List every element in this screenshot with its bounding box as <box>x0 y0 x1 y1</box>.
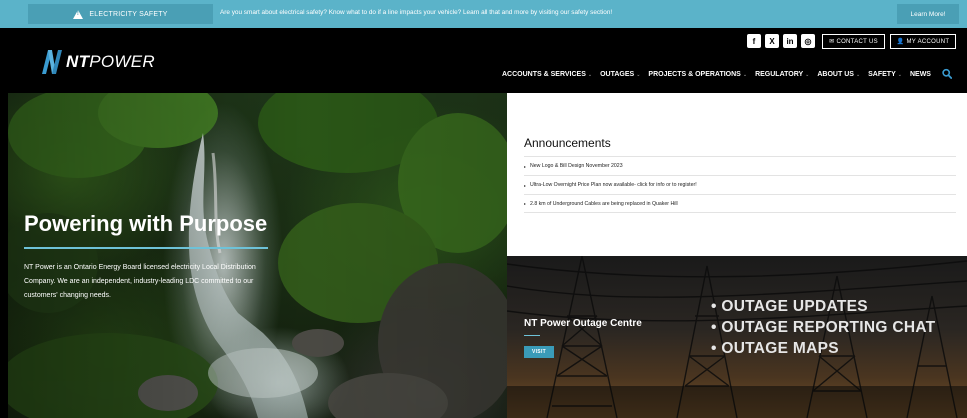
nav-label: ABOUT US <box>817 71 854 78</box>
logo-mark-icon <box>42 50 62 74</box>
contact-us-button[interactable]: ✉ CONTACT US <box>822 34 885 49</box>
x-twitter-icon[interactable]: X <box>765 34 779 48</box>
safety-alert-bar: ELECTRICITY SAFETY Are you smart about e… <box>0 0 967 28</box>
caret-right-icon: ▸ <box>524 182 527 188</box>
chevron-down-icon: ⌄ <box>855 71 861 78</box>
announcement-link[interactable]: New Logo & Bill Design November 2023 <box>530 163 623 169</box>
announcements-title: Announcements <box>524 136 611 150</box>
my-account-button[interactable]: 👤 MY ACCOUNT <box>890 34 956 49</box>
my-account-label: MY ACCOUNT <box>906 38 950 45</box>
nav-label: PROJECTS & OPERATIONS <box>648 71 741 78</box>
list-item[interactable]: ▸ Ultra-Low Overnight Price Plan now ava… <box>524 175 956 194</box>
outage-underline <box>524 335 540 336</box>
list-item: • OUTAGE UPDATES <box>711 298 868 315</box>
nav-item-news[interactable]: NEWS <box>910 71 931 78</box>
list-item: • OUTAGE MAPS <box>711 340 839 357</box>
logo-power: POWER <box>89 52 155 71</box>
hero-banner: Powering with Purpose NT Power is an Ont… <box>8 93 507 418</box>
contact-us-label: CONTACT US <box>836 38 878 45</box>
logo-nt: NT <box>66 52 90 71</box>
nav-item-outages[interactable]: OUTAGES ⌄ <box>600 71 640 78</box>
visit-button[interactable]: VISIT <box>524 346 554 358</box>
hero-overlay <box>8 93 507 418</box>
nav-item-about-us[interactable]: ABOUT US ⌄ <box>817 71 860 78</box>
social-links: f X in ◎ <box>747 34 815 48</box>
nav-item-regulatory[interactable]: REGULATORY ⌄ <box>755 71 809 78</box>
nav-item-safety[interactable]: SAFETY ⌄ <box>868 71 902 78</box>
announcements-panel: Announcements ▸ New Logo & Bill Design N… <box>507 93 967 256</box>
nav-label: NEWS <box>909 71 931 78</box>
search-icon[interactable] <box>942 68 952 80</box>
hero-title: Powering with Purpose <box>24 211 268 236</box>
list-item: • OUTAGE REPORTING CHAT <box>711 319 936 336</box>
alert-label-box[interactable]: ELECTRICITY SAFETY <box>28 4 213 24</box>
mail-icon: ✉ <box>829 39 835 45</box>
list-item[interactable]: ▸ New Logo & Bill Design November 2023 <box>524 156 956 175</box>
outage-centre-title: NT Power Outage Centre <box>524 318 642 329</box>
list-item[interactable]: ▸ 2.8 km of Underground Cables are being… <box>524 194 956 213</box>
nav-label: OUTAGES <box>600 71 635 78</box>
instagram-icon[interactable]: ◎ <box>801 34 815 48</box>
announcements-list: ▸ New Logo & Bill Design November 2023 ▸… <box>524 156 956 213</box>
main-nav: ACCOUNTS & SERVICES ⌄ OUTAGES ⌄ PROJECTS &… <box>502 71 931 78</box>
nav-item-projects-operations[interactable]: PROJECTS & OPERATIONS ⌄ <box>648 71 747 78</box>
user-icon: 👤 <box>896 39 905 45</box>
nav-label: REGULATORY <box>755 71 804 78</box>
hero-description: NT Power is an Ontario Energy Board lice… <box>24 264 256 299</box>
facebook-icon[interactable]: f <box>747 34 761 48</box>
outage-features-list: • OUTAGE UPDATES • OUTAGE REPORTING CHAT… <box>711 296 935 359</box>
caret-right-icon: ▸ <box>524 163 527 169</box>
caret-right-icon: ▸ <box>524 201 527 206</box>
logo-wordmark: NTPOWER <box>66 52 155 72</box>
nt-power-logo[interactable]: NTPOWER <box>36 50 155 74</box>
learn-more-button[interactable]: Learn More! <box>897 4 959 24</box>
chevron-down-icon: ⌄ <box>587 71 593 78</box>
alert-message: Are you smart about electrical safety? K… <box>220 9 613 16</box>
hero-underline <box>24 247 268 249</box>
chevron-down-icon: ⌄ <box>742 71 748 78</box>
nav-item-accounts-services[interactable]: ACCOUNTS & SERVICES ⌄ <box>502 71 592 78</box>
outage-centre-panel: NT Power Outage Centre VISIT • OUTAGE UP… <box>507 256 967 418</box>
site-header: NTPOWER f X in ◎ ✉ CONTACT US 👤 MY ACCOU… <box>0 28 967 93</box>
chevron-down-icon: ⌄ <box>805 71 810 78</box>
warning-icon <box>73 9 84 19</box>
alert-label: ELECTRICITY SAFETY <box>89 10 168 18</box>
nav-label: ACCOUNTS & SERVICES <box>502 71 586 78</box>
linkedin-icon[interactable]: in <box>783 34 797 48</box>
announcement-link[interactable]: 2.8 km of Underground Cables are being r… <box>530 201 678 207</box>
chevron-down-icon: ⌄ <box>636 71 641 78</box>
nav-label: SAFETY <box>868 71 896 78</box>
chevron-down-icon: ⌄ <box>897 71 902 78</box>
announcement-link[interactable]: Ultra-Low Overnight Price Plan now avail… <box>530 182 697 188</box>
